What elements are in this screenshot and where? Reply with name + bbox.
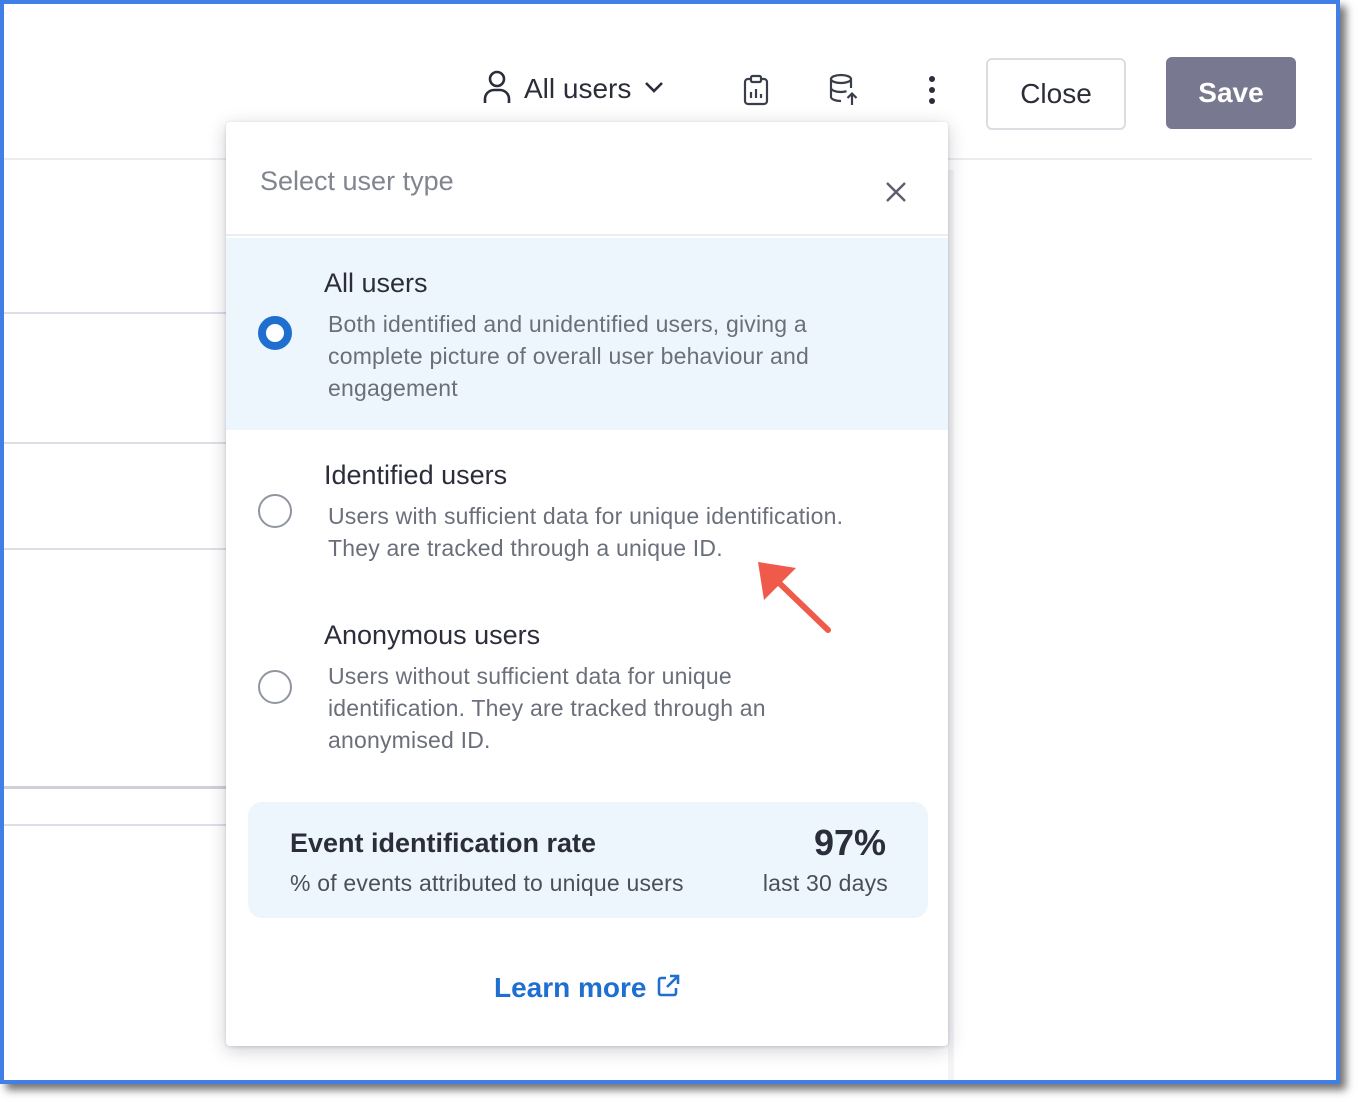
option-description: Both identified and unidentified users, …: [328, 311, 809, 401]
chevron-down-icon: [643, 80, 665, 99]
background-divider: [4, 786, 230, 789]
external-link-icon: [655, 973, 681, 1004]
rate-title: Event identification rate: [290, 828, 597, 858]
background-divider: [4, 548, 230, 550]
clipboard-chart-icon[interactable]: [738, 72, 774, 108]
popover-title: Select user type: [260, 166, 454, 196]
close-button[interactable]: Close: [986, 58, 1126, 130]
app-window: All users Close Save Select user type Al…: [0, 0, 1340, 1084]
close-icon[interactable]: [882, 178, 910, 206]
radio-identified-users[interactable]: [258, 494, 292, 528]
background-panel-edge: [948, 170, 954, 1080]
database-upload-icon[interactable]: [826, 72, 862, 108]
annotation-arrow-icon: [752, 556, 842, 646]
background-divider: [4, 824, 230, 826]
option-title: Identified users: [324, 460, 508, 490]
rate-value: 97%: [813, 822, 886, 863]
option-description: Users without sufficient data for unique…: [328, 663, 766, 753]
user-type-label: All users: [524, 73, 632, 104]
radio-anonymous-users[interactable]: [258, 670, 292, 704]
background-divider: [4, 312, 230, 314]
option-description: Users with sufficient data for unique id…: [328, 503, 844, 561]
save-button[interactable]: Save: [1166, 57, 1296, 129]
background-divider: [4, 442, 230, 444]
learn-more-link[interactable]: Learn more: [494, 972, 681, 1004]
option-all-users[interactable]: All users Both identified and unidentifi…: [226, 238, 948, 430]
rate-period: last 30 days: [762, 870, 888, 896]
radio-all-users[interactable]: [258, 316, 292, 350]
user-icon: [482, 69, 512, 110]
rate-subtitle: % of events attributed to unique users: [290, 870, 684, 896]
user-type-dropdown[interactable]: All users: [482, 66, 665, 112]
option-title: Anonymous users: [324, 620, 541, 650]
option-title: All users: [324, 268, 428, 298]
identification-rate-card: Event identification rate % of events at…: [248, 802, 928, 918]
more-vertical-icon[interactable]: [914, 72, 950, 108]
learn-more-label: Learn more: [494, 972, 647, 1003]
popover-header: Select user type: [226, 122, 948, 236]
